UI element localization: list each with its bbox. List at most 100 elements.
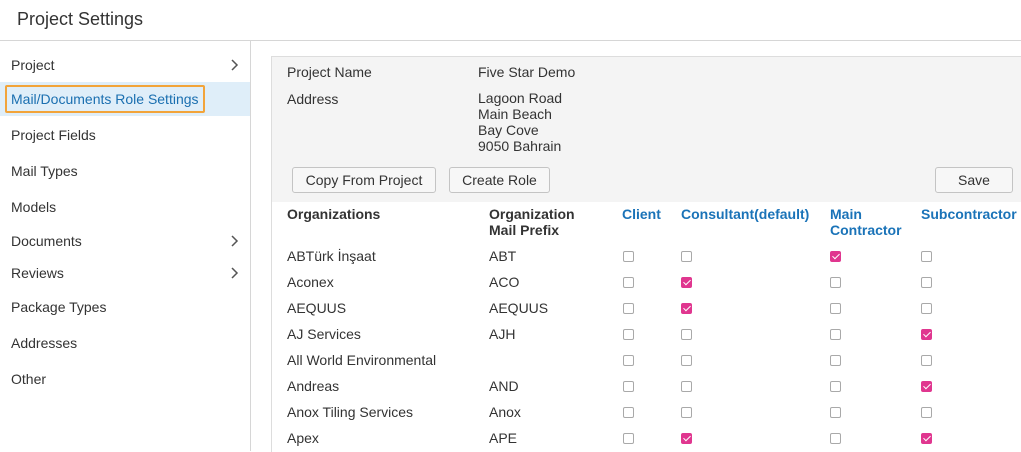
consultant-checkbox[interactable] <box>681 433 692 444</box>
sidebar-item-project-fields[interactable]: Project Fields <box>0 118 250 152</box>
sidebar: Project Mail/Documents Role Settings Pro… <box>0 41 251 451</box>
main-contractor-checkbox[interactable] <box>830 381 841 392</box>
mail-prefix: APE <box>489 430 518 446</box>
address-value: Lagoon Road Main Beach Bay Cove 9050 Bah… <box>478 90 562 154</box>
sidebar-item-other[interactable]: Other <box>0 362 250 396</box>
client-checkbox[interactable] <box>623 277 634 288</box>
organization-name: Anox Tiling Services <box>287 404 414 420</box>
table-row: AJ Services AJH <box>272 322 1021 348</box>
table-row: Apex APE <box>272 426 1021 452</box>
client-checkbox[interactable] <box>623 355 634 366</box>
sidebar-item-addresses[interactable]: Addresses <box>0 326 250 360</box>
column-header-consultant[interactable]: Consultant(default) <box>681 206 809 222</box>
chevron-right-icon <box>231 267 239 279</box>
roles-table: Organizations Organization Mail Prefix C… <box>272 202 1021 452</box>
sidebar-item-models[interactable]: Models <box>0 190 250 224</box>
subcontractor-checkbox[interactable] <box>921 407 932 418</box>
sidebar-item-mail-documents-role-settings[interactable]: Mail/Documents Role Settings <box>0 82 250 116</box>
client-checkbox[interactable] <box>623 433 634 444</box>
main-contractor-checkbox[interactable] <box>830 329 841 340</box>
sidebar-item-label: Package Types <box>11 299 107 315</box>
sidebar-item-project[interactable]: Project <box>0 48 250 82</box>
subcontractor-checkbox[interactable] <box>921 329 932 340</box>
organization-name: AEQUUS <box>287 300 347 316</box>
table-row: Andreas AND <box>272 374 1021 400</box>
sidebar-item-label: Models <box>11 199 57 215</box>
subcontractor-checkbox[interactable] <box>921 303 932 314</box>
main-contractor-checkbox[interactable] <box>830 303 841 314</box>
role-settings-panel: Project Name Five Star Demo Address Lago… <box>271 56 1021 452</box>
column-header-mail-prefix: Organization Mail Prefix <box>489 206 575 238</box>
table-row: AEQUUS AEQUUS <box>272 296 1021 322</box>
sidebar-item-package-types[interactable]: Package Types <box>0 290 250 324</box>
column-header-subcontractor[interactable]: Subcontractor <box>921 206 1017 222</box>
organization-name: ABTürk İnşaat <box>287 248 376 264</box>
consultant-checkbox[interactable] <box>681 407 692 418</box>
column-header-main-contractor[interactable]: Main Contractor <box>830 206 902 238</box>
sidebar-item-mail-types[interactable]: Mail Types <box>0 154 250 188</box>
table-row: All World Environmental <box>272 348 1021 374</box>
organization-name: Andreas <box>287 378 340 394</box>
mail-prefix: Anox <box>489 404 521 420</box>
subcontractor-checkbox[interactable] <box>921 355 932 366</box>
save-button[interactable]: Save <box>935 167 1013 193</box>
mail-prefix: ACO <box>489 274 520 290</box>
header-line: Contractor <box>830 222 902 238</box>
sidebar-item-label: Addresses <box>11 335 78 351</box>
client-checkbox[interactable] <box>623 303 634 314</box>
subcontractor-checkbox[interactable] <box>921 381 932 392</box>
consultant-checkbox[interactable] <box>681 329 692 340</box>
address-line: 9050 Bahrain <box>478 138 562 154</box>
main-contractor-checkbox[interactable] <box>830 355 841 366</box>
column-header-organizations: Organizations <box>287 206 381 222</box>
header-line: Organization <box>489 206 575 222</box>
sidebar-item-label: Mail/Documents Role Settings <box>11 91 199 107</box>
organization-name: All World Environmental <box>287 352 437 368</box>
project-name-value: Five Star Demo <box>478 64 576 80</box>
main-contractor-checkbox[interactable] <box>830 433 841 444</box>
consultant-checkbox[interactable] <box>681 277 692 288</box>
column-header-client[interactable]: Client <box>622 206 661 222</box>
consultant-checkbox[interactable] <box>681 303 692 314</box>
mail-prefix: AJH <box>489 326 516 342</box>
sidebar-item-label: Project Fields <box>11 127 96 143</box>
create-role-button[interactable]: Create Role <box>449 167 550 193</box>
table-row: Aconex ACO <box>272 270 1021 296</box>
client-checkbox[interactable] <box>623 251 634 262</box>
subcontractor-checkbox[interactable] <box>921 433 932 444</box>
client-checkbox[interactable] <box>623 381 634 392</box>
organization-name: Aconex <box>287 274 334 290</box>
sidebar-item-documents[interactable]: Documents <box>0 224 250 258</box>
chevron-right-icon <box>231 235 239 247</box>
sidebar-item-label: Documents <box>11 233 82 249</box>
sidebar-item-label: Project <box>11 57 55 73</box>
address-label: Address <box>287 91 339 107</box>
organization-name: AJ Services <box>287 326 361 342</box>
subcontractor-checkbox[interactable] <box>921 251 932 262</box>
copy-from-project-button[interactable]: Copy From Project <box>292 167 436 193</box>
organization-name: Apex <box>287 430 319 446</box>
consultant-checkbox[interactable] <box>681 355 692 366</box>
app-header: Project Settings <box>0 0 1021 41</box>
mail-prefix: ABT <box>489 248 517 264</box>
table-row: ABTürk İnşaat ABT <box>272 244 1021 270</box>
client-checkbox[interactable] <box>623 329 634 340</box>
consultant-checkbox[interactable] <box>681 251 692 262</box>
chevron-right-icon <box>231 59 239 71</box>
client-checkbox[interactable] <box>623 407 634 418</box>
main-contractor-checkbox[interactable] <box>830 277 841 288</box>
header-line: Mail Prefix <box>489 222 560 238</box>
project-name-label: Project Name <box>287 64 372 80</box>
main-contractor-checkbox[interactable] <box>830 407 841 418</box>
mail-prefix: AEQUUS <box>489 300 549 316</box>
header-line: Main <box>830 206 862 222</box>
main-contractor-checkbox[interactable] <box>830 251 841 262</box>
sidebar-item-reviews[interactable]: Reviews <box>0 256 250 290</box>
table-row: Anox Tiling Services Anox <box>272 400 1021 426</box>
consultant-checkbox[interactable] <box>681 381 692 392</box>
sidebar-item-label: Reviews <box>11 265 64 281</box>
sidebar-item-label: Other <box>11 371 47 387</box>
sidebar-item-label: Mail Types <box>11 163 78 179</box>
address-line: Bay Cove <box>478 122 539 138</box>
subcontractor-checkbox[interactable] <box>921 277 932 288</box>
